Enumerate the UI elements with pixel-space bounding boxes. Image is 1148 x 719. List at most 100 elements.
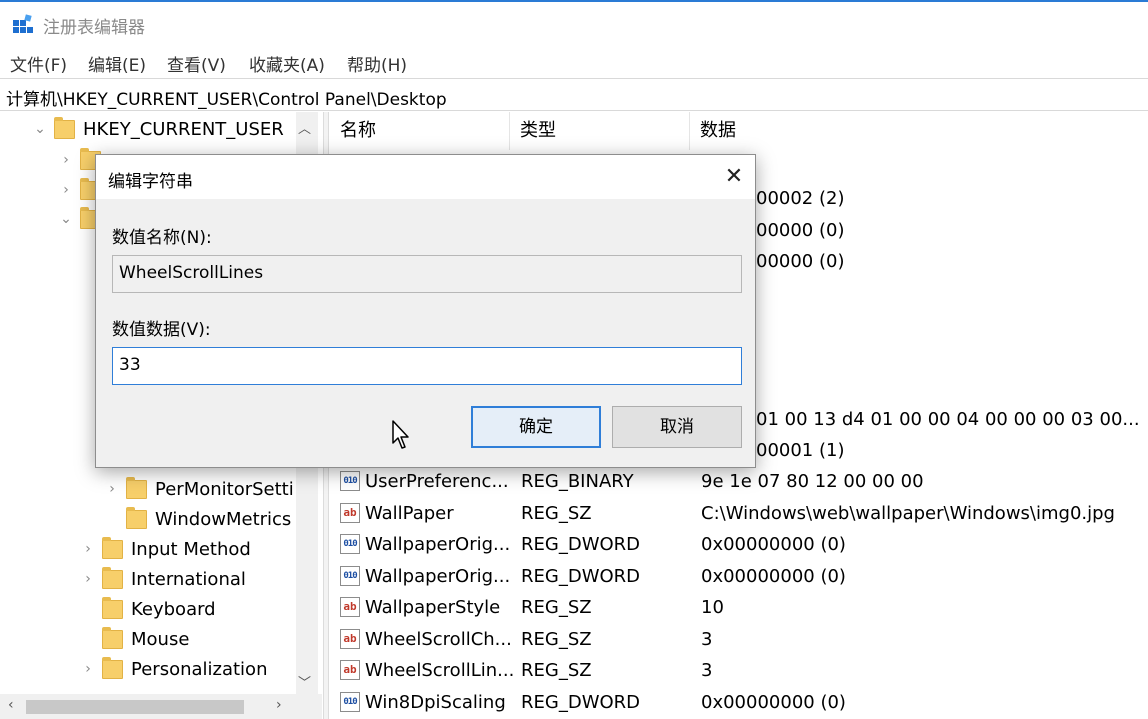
chevron-right-icon[interactable]: › bbox=[80, 571, 96, 587]
menu-favorites[interactable]: 收藏夹(A) bbox=[249, 51, 325, 76]
column-name[interactable]: 名称 bbox=[330, 112, 510, 150]
mouse-cursor-icon bbox=[392, 420, 409, 449]
dialog-title-bar: 编辑字符串 ✕ bbox=[96, 155, 755, 199]
binary-value-icon: 010 bbox=[340, 471, 360, 491]
value-data: 3 bbox=[701, 660, 713, 681]
column-type[interactable]: 类型 bbox=[510, 112, 690, 150]
chevron-down-icon[interactable]: ⌄ bbox=[32, 121, 48, 137]
value-type: REG_DWORD bbox=[521, 534, 641, 555]
scroll-up-icon[interactable]: ︿ bbox=[298, 118, 311, 137]
title-bar: 注册表编辑器 bbox=[0, 2, 1148, 44]
close-icon[interactable]: ✕ bbox=[720, 163, 748, 191]
scroll-left-icon[interactable]: ‹ bbox=[8, 697, 14, 713]
menu-bar: 文件(F) 编辑(E) 查看(V) 收藏夹(A) 帮助(H) bbox=[0, 46, 1148, 76]
value-row[interactable]: 010 Win8DpiScaling REG_DWORD 0x00000000 … bbox=[330, 687, 1148, 718]
value-data-partial: 00001 (1) bbox=[756, 440, 845, 461]
value-type: REG_SZ bbox=[521, 597, 592, 618]
value-data: C:\Windows\web\wallpaper\Windows\img0.jp… bbox=[701, 503, 1115, 524]
chevron-right-icon[interactable]: › bbox=[80, 541, 96, 557]
value-name: WallpaperOrig... bbox=[365, 566, 511, 587]
tree-item-label: International bbox=[131, 568, 246, 590]
value-type: REG_SZ bbox=[521, 629, 592, 650]
tree-item-international[interactable]: › International bbox=[80, 564, 246, 594]
chevron-right-icon[interactable]: › bbox=[80, 661, 96, 677]
value-name: Win8DpiScaling bbox=[365, 692, 506, 713]
tree-item-mouse[interactable]: Mouse bbox=[80, 624, 189, 654]
folder-icon bbox=[102, 626, 123, 649]
chevron-right-icon[interactable]: › bbox=[104, 481, 120, 497]
edit-string-dialog: 编辑字符串 ✕ 数值名称(N): WheelScrollLines 数值数据(V… bbox=[95, 154, 756, 468]
ok-button[interactable]: 确定 bbox=[471, 406, 601, 448]
tree-item-label: WindowMetrics bbox=[155, 508, 292, 530]
value-name: WallpaperOrig... bbox=[365, 534, 511, 555]
value-name-label: 数值名称(N): bbox=[112, 228, 212, 248]
string-value-icon: ab bbox=[340, 660, 360, 680]
value-row[interactable]: 010 WallpaperOrig... REG_DWORD 0x0000000… bbox=[330, 561, 1148, 592]
value-data-label: 数值数据(V): bbox=[112, 320, 211, 340]
folder-icon bbox=[102, 596, 123, 619]
value-name: WallPaper bbox=[365, 503, 454, 524]
address-bar[interactable]: 计算机\HKEY_CURRENT_USER\Control Panel\Desk… bbox=[0, 78, 1148, 111]
registry-editor-icon bbox=[13, 14, 33, 33]
value-type: REG_DWORD bbox=[521, 566, 641, 587]
folder-icon bbox=[102, 536, 123, 559]
value-name: WheelScrollCh... bbox=[365, 629, 512, 650]
value-row[interactable]: ab WheelScrollLin... REG_SZ 3 bbox=[330, 655, 1148, 686]
tree-item-permonitorsettings[interactable]: › PerMonitorSetti bbox=[104, 474, 294, 504]
folder-icon bbox=[102, 656, 123, 679]
tree-item-hkcu[interactable]: ⌄ HKEY_CURRENT_USER bbox=[32, 114, 284, 144]
value-type: REG_DWORD bbox=[521, 692, 641, 713]
value-data: 0x00000000 (0) bbox=[701, 534, 846, 555]
tree-item-label: Mouse bbox=[131, 628, 190, 650]
tree-item-label: Keyboard bbox=[131, 598, 216, 620]
scroll-down-icon[interactable]: ﹀ bbox=[298, 672, 311, 691]
value-data-partial: 00002 (2) bbox=[756, 188, 845, 209]
value-data: 10 bbox=[701, 597, 724, 618]
value-data: 0x00000000 (0) bbox=[701, 692, 846, 713]
binary-value-icon: 010 bbox=[340, 566, 360, 586]
value-row[interactable]: ab WallpaperStyle REG_SZ 10 bbox=[330, 592, 1148, 623]
tree-item-personalization[interactable]: › Personalization bbox=[80, 654, 267, 684]
binary-value-icon: 010 bbox=[340, 692, 360, 712]
menu-edit[interactable]: 编辑(E) bbox=[88, 51, 146, 76]
cancel-button[interactable]: 取消 bbox=[612, 406, 742, 448]
value-data: 3 bbox=[701, 629, 713, 650]
tree-item-label: Input Method bbox=[131, 538, 251, 560]
menu-help[interactable]: 帮助(H) bbox=[347, 51, 407, 76]
dialog-title: 编辑字符串 bbox=[108, 172, 193, 192]
address-path[interactable]: 计算机\HKEY_CURRENT_USER\Control Panel\Desk… bbox=[6, 85, 447, 110]
value-data-input[interactable]: 33 bbox=[112, 347, 742, 385]
string-value-icon: ab bbox=[340, 597, 360, 617]
value-data-partial: 01 00 13 d4 01 00 00 04 00 00 00 03 00..… bbox=[756, 409, 1140, 430]
value-data: 9e 1e 07 80 12 00 00 00 bbox=[701, 471, 924, 492]
menu-file[interactable]: 文件(F) bbox=[10, 51, 67, 76]
value-type: REG_SZ bbox=[521, 660, 592, 681]
value-type: REG_SZ bbox=[521, 503, 592, 524]
column-data[interactable]: 数据 bbox=[690, 112, 1148, 150]
horizontal-scroll-thumb[interactable] bbox=[26, 700, 244, 714]
menu-view[interactable]: 查看(V) bbox=[167, 51, 226, 76]
binary-value-icon: 010 bbox=[340, 534, 360, 554]
folder-icon bbox=[54, 116, 75, 139]
value-name: WheelScrollLin... bbox=[365, 660, 515, 681]
value-row[interactable]: ab WallPaper REG_SZ C:\Windows\web\wallp… bbox=[330, 498, 1148, 529]
chevron-right-icon[interactable]: › bbox=[58, 152, 74, 168]
value-data-partial: 00000 (0) bbox=[756, 220, 845, 241]
value-row[interactable]: ab WheelScrollCh... REG_SZ 3 bbox=[330, 624, 1148, 655]
scroll-right-icon[interactable]: › bbox=[276, 697, 282, 713]
value-type: REG_BINARY bbox=[521, 471, 634, 492]
chevron-right-icon[interactable]: › bbox=[58, 182, 74, 198]
value-name: WallpaperStyle bbox=[365, 597, 501, 618]
value-row[interactable]: 010 WallpaperOrig... REG_DWORD 0x0000000… bbox=[330, 529, 1148, 560]
value-name-field: WheelScrollLines bbox=[112, 255, 742, 293]
value-row[interactable]: 010 UserPreferenc... REG_BINARY 9e 1e 07… bbox=[330, 466, 1148, 497]
tree-item-label: HKEY_CURRENT_USER bbox=[83, 118, 284, 140]
chevron-down-icon[interactable]: ⌄ bbox=[58, 211, 74, 227]
tree-item-keyboard[interactable]: Keyboard bbox=[80, 594, 216, 624]
values-list-header: 名称 类型 数据 bbox=[330, 112, 1148, 150]
window-title: 注册表编辑器 bbox=[43, 18, 145, 38]
value-name: UserPreferenc... bbox=[365, 471, 509, 492]
tree-item-input-method[interactable]: › Input Method bbox=[80, 534, 251, 564]
tree-item-windowmetrics[interactable]: WindowMetrics bbox=[104, 504, 291, 534]
folder-icon bbox=[126, 506, 147, 529]
